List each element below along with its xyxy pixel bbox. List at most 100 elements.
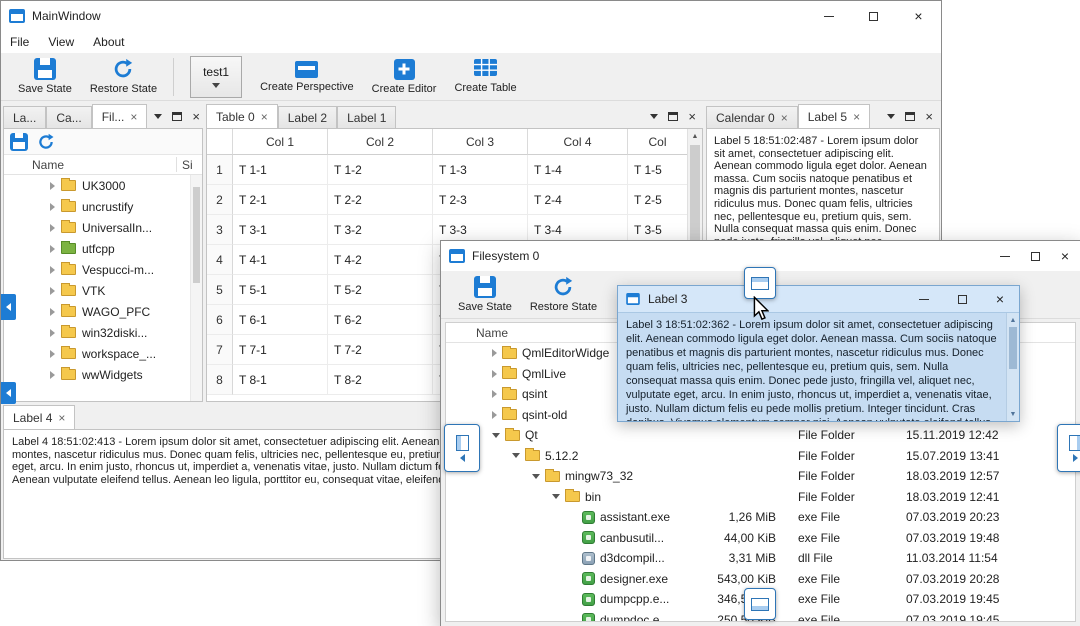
tree-item-vespucci-m[interactable]: Vespucci-m... [4,259,202,280]
table-cell[interactable]: T 1-3 [433,155,528,185]
row-header[interactable]: 8 [207,365,233,395]
scroll-up-icon[interactable]: ▲ [688,129,702,143]
chevron-right-icon[interactable] [50,202,55,211]
chevron-right-icon[interactable] [50,370,55,379]
scroll-down-icon[interactable]: ▼ [1007,407,1019,421]
detach-icon[interactable] [172,111,183,121]
chevron-right-icon[interactable] [492,369,497,378]
label3-vertical-scrollbar[interactable]: ▲ ▼ [1006,313,1019,421]
tree-vertical-scrollbar[interactable] [190,175,202,401]
tree-item-universalin[interactable]: UniversalIn... [4,217,202,238]
table-cell[interactable]: T 1-2 [328,155,433,185]
column-header-col[interactable]: Col [628,129,687,155]
label3-floating-window[interactable]: Label 3 × Label 3 18:51:02:362 - Lorem i… [617,285,1020,422]
row-header[interactable]: 4 [207,245,233,275]
menu-item-view[interactable]: View [48,35,74,49]
tab-close-icon[interactable]: × [58,412,65,424]
label5-dock-tab-label-5[interactable]: Label 5 × [797,104,871,128]
minimize-button[interactable] [990,241,1020,271]
chevron-right-icon[interactable] [50,286,55,295]
restore-icon[interactable] [37,133,55,151]
table-cell[interactable]: T 2-5 [628,185,687,215]
close-button[interactable]: × [981,286,1019,312]
table-cell[interactable]: T 8-2 [328,365,433,395]
table-cell[interactable]: T 6-2 [328,305,433,335]
table-cell[interactable]: T 7-1 [233,335,328,365]
scrollbar-thumb[interactable] [193,187,200,283]
table-cell[interactable]: T 2-4 [528,185,628,215]
restore-state-button[interactable]: Restore State [81,55,166,99]
table-cell[interactable]: T 1-4 [528,155,628,185]
table-cell[interactable]: T 1-1 [233,155,328,185]
column-header-col-4[interactable]: Col 4 [528,129,628,155]
tree-header[interactable]: Name Si [4,155,202,175]
chevron-right-icon[interactable] [50,223,55,232]
table-cell[interactable]: T 4-2 [328,245,433,275]
fs-row-bin[interactable]: bin File Folder 18.03.2019 12:41 [446,487,1075,508]
table-cell[interactable]: T 5-2 [328,275,433,305]
name-column-header[interactable]: Name [32,158,64,172]
table-cell[interactable]: T 7-2 [328,335,433,365]
size-column-header[interactable]: Si [182,158,193,172]
menu-item-file[interactable]: File [10,35,29,49]
tree-item-win32diski[interactable]: win32diski... [4,322,202,343]
chevron-right-icon[interactable] [50,244,55,253]
left-edge-dock-button[interactable] [1,294,16,320]
table-cell[interactable]: T 6-1 [233,305,328,335]
fs-row-designer-exe[interactable]: designer.exe 543,00 KiB exe File 07.03.2019… [446,569,1075,590]
chevron-down-icon[interactable] [512,453,520,459]
fs-row-assistant-exe[interactable]: assistant.exe 1,26 MiB exe File 07.03.2019 … [446,507,1075,528]
tabs-menu-icon[interactable] [650,113,659,119]
chevron-right-icon[interactable] [50,265,55,274]
scrollbar-thumb[interactable] [1009,327,1017,369]
restore-state-button[interactable]: Restore State [521,273,606,317]
create-perspective-button[interactable]: Create Perspective [251,55,363,99]
maximize-button[interactable] [851,1,896,31]
maximize-button[interactable] [1020,241,1050,271]
chevron-right-icon[interactable] [492,410,497,419]
detach-icon[interactable] [905,111,916,121]
maximize-button[interactable] [943,286,981,312]
chevron-right-icon[interactable] [50,328,55,337]
row-header[interactable]: 7 [207,335,233,365]
close-button[interactable]: × [896,1,941,31]
tree-item-uk3000[interactable]: UK3000 [4,175,202,196]
fs-row-d3dcompil[interactable]: d3dcompil... 3,31 MiB dll File 11.03.2014 1… [446,548,1075,569]
fs-row-mingw73-32[interactable]: mingw73_32 File Folder 18.03.2019 12:57 [446,466,1075,487]
minimize-button[interactable] [806,1,851,31]
row-header[interactable]: 5 [207,275,233,305]
label4-dock-tab-label-4[interactable]: Label 4 × [3,405,76,429]
tabs-menu-icon[interactable] [154,113,163,119]
table-cell[interactable]: T 2-2 [328,185,433,215]
table-cell[interactable]: T 5-1 [233,275,328,305]
chevron-right-icon[interactable] [492,349,497,358]
chevron-down-icon[interactable] [552,494,560,500]
chevron-down-icon[interactable] [492,432,500,438]
scroll-up-icon[interactable]: ▲ [1007,313,1019,327]
table-cell[interactable]: T 2-3 [433,185,528,215]
label5-dock-tab-calendar-0[interactable]: Calendar 0 × [706,106,798,128]
close-dock-icon[interactable]: × [688,110,696,123]
row-header[interactable]: 2 [207,185,233,215]
detach-icon[interactable] [668,111,679,121]
row-header[interactable]: 3 [207,215,233,245]
label3-titlebar[interactable]: Label 3 × [618,286,1019,313]
tree-item-wago-pfc[interactable]: WAGO_PFC [4,301,202,322]
chevron-right-icon[interactable] [50,307,55,316]
dock-drop-indicator-bottom[interactable] [744,588,776,620]
tree-item-wwwidgets[interactable]: wwWidgets [4,364,202,385]
table-dock-tab-label-1[interactable]: Label 1 [337,106,397,128]
fs-row-canbusutil[interactable]: canbusutil... 44,00 KiB exe File 07.03.2019… [446,528,1075,549]
save-icon[interactable] [10,132,28,151]
save-state-button[interactable]: Save State [449,273,521,317]
column-header-col-3[interactable]: Col 3 [433,129,528,155]
tree-item-utfcpp[interactable]: utfcpp [4,238,202,259]
create-table-button[interactable]: Create Table [445,55,525,99]
close-dock-icon[interactable]: × [192,110,200,123]
left-dock-tab-la[interactable]: La... [3,106,47,128]
tab-close-icon[interactable]: × [130,111,137,123]
fs-row-qt[interactable]: Qt File Folder 15.11.2019 12:42 [446,425,1075,446]
column-header-col-2[interactable]: Col 2 [328,129,433,155]
tab-close-icon[interactable]: × [853,111,860,123]
create-editor-button[interactable]: Create Editor [363,55,446,99]
